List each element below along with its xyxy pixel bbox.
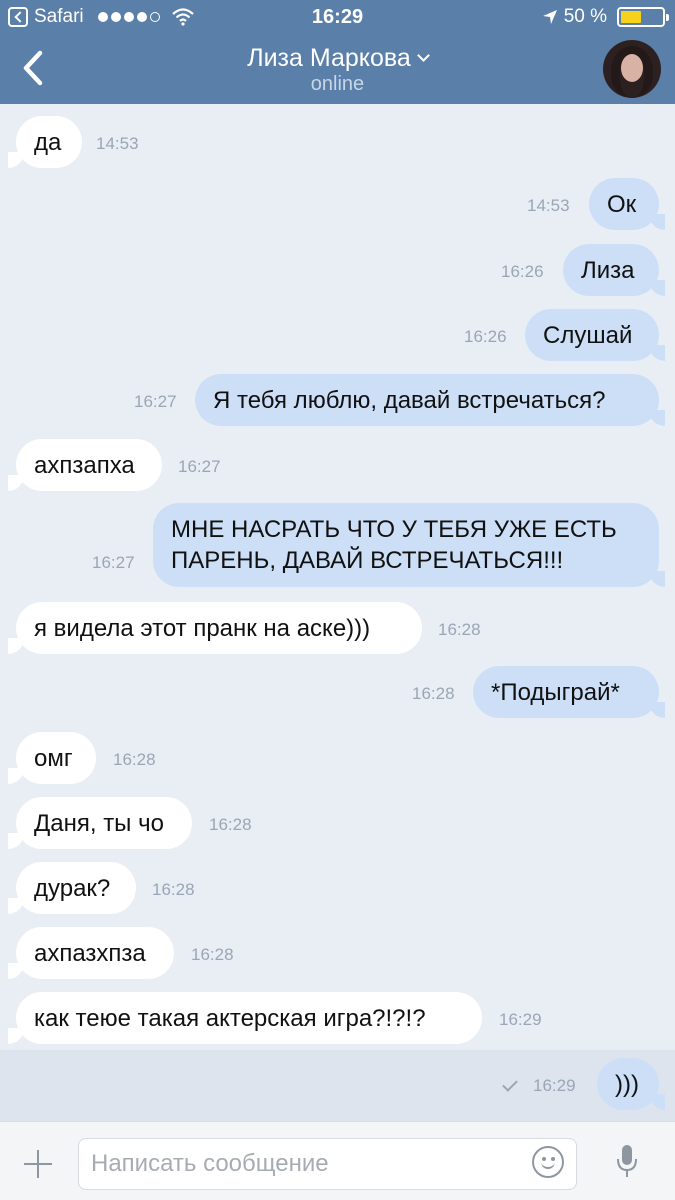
- message-time: 16:28: [412, 684, 455, 703]
- emoji-icon[interactable]: [532, 1146, 564, 1178]
- microphone-icon[interactable]: [614, 1143, 640, 1179]
- message-text: дурак?: [34, 874, 111, 902]
- message-time: 16:28: [438, 620, 481, 639]
- message-text: ахпазхпза: [34, 939, 146, 967]
- message-row: я видела этот пранк на аске))) 16:28: [0, 602, 675, 654]
- message-time: 16:29: [533, 1076, 576, 1095]
- message-time: 16:26: [501, 262, 544, 281]
- message-text: я видела этот пранк на аске))): [34, 614, 371, 642]
- battery-percent: 50 %: [563, 6, 607, 27]
- message-time: 14:53: [96, 134, 139, 153]
- message-row: ))) 16:29: [0, 1058, 675, 1110]
- message-row: Я тебя люблю, давай встречаться? 16:27: [0, 374, 675, 426]
- message-row: омг 16:28: [0, 732, 675, 784]
- message-text: ))): [615, 1070, 639, 1098]
- composer-bar: [0, 1121, 675, 1200]
- message-row: ахпзапха 16:27: [0, 439, 675, 491]
- message-time: 16:29: [499, 1010, 542, 1029]
- message-row: Даня, ты чо 16:28: [0, 797, 675, 849]
- message-text: Даня, ты чо: [34, 809, 164, 837]
- message-time: 16:27: [178, 457, 221, 476]
- message-input[interactable]: [91, 1147, 511, 1181]
- outgoing-message-bubble[interactable]: Ок: [589, 178, 659, 230]
- message-row: да 14:53: [0, 116, 675, 168]
- message-list[interactable]: да 14:53 Ок 14:53 Лиза 16:26 Слушай 16:26 Я тебя…: [0, 104, 675, 1122]
- message-field[interactable]: [78, 1138, 577, 1190]
- location-arrow-icon: [542, 10, 557, 24]
- message-time: 16:28: [191, 945, 234, 964]
- avatar[interactable]: [603, 40, 661, 98]
- message-time: 16:28: [113, 750, 156, 769]
- message-text: ахпзапха: [34, 451, 135, 479]
- outgoing-message-bubble[interactable]: Слушай: [525, 309, 659, 361]
- incoming-message-bubble[interactable]: как теюе такая актерская игра?!?!?: [16, 992, 482, 1044]
- incoming-message-bubble[interactable]: да: [16, 116, 82, 168]
- message-row: МНЕ НАСРАТЬ ЧТО У ТЕБЯ УЖЕ ЕСТЬ ПАРЕНЬ, …: [0, 503, 675, 587]
- outgoing-message-bubble[interactable]: *Подыграй*: [473, 666, 659, 718]
- message-row: ахпазхпза 16:28: [0, 927, 675, 979]
- outgoing-message-bubble[interactable]: Я тебя люблю, давай встречаться?: [195, 374, 659, 426]
- message-time: 14:53: [527, 196, 570, 215]
- message-time: 16:27: [134, 392, 177, 411]
- incoming-message-bubble[interactable]: омг: [16, 732, 96, 784]
- message-text: Лиза: [581, 256, 635, 284]
- message-text: омг: [34, 744, 73, 772]
- message-time: 16:26: [464, 327, 507, 346]
- incoming-message-bubble[interactable]: ахпзапха: [16, 439, 162, 491]
- status-bar: Safari 16:29 50 %: [0, 0, 675, 34]
- message-time: 16:28: [152, 880, 195, 899]
- outgoing-message-bubble[interactable]: МНЕ НАСРАТЬ ЧТО У ТЕБЯ УЖЕ ЕСТЬ ПАРЕНЬ, …: [153, 503, 659, 587]
- message-text: Слушай: [543, 321, 633, 349]
- message-row: *Подыграй* 16:28: [0, 666, 675, 718]
- message-time: 16:28: [209, 815, 252, 834]
- chat-header: Safari 16:29 50 % Лиза Маркова online: [0, 0, 675, 104]
- message-text: Я тебя люблю, давай встречаться?: [213, 386, 606, 414]
- message-time: 16:27: [92, 553, 135, 572]
- battery-icon: [617, 7, 669, 27]
- attach-plus-icon[interactable]: [22, 1148, 54, 1180]
- message-text: да: [34, 128, 62, 156]
- presence-status: online: [310, 73, 365, 95]
- incoming-message-bubble[interactable]: ахпазхпза: [16, 927, 174, 979]
- message-text: как теюе такая актерская игра?!?!?: [34, 1004, 426, 1032]
- incoming-message-bubble[interactable]: я видела этот пранк на аске))): [16, 602, 422, 654]
- message-row: Лиза 16:26: [0, 244, 675, 296]
- contact-name[interactable]: Лиза Маркова: [0, 44, 675, 73]
- message-row: Ок 14:53: [0, 178, 675, 230]
- outgoing-message-bubble[interactable]: Лиза: [563, 244, 659, 296]
- contact-name-label: Лиза Маркова: [247, 44, 411, 72]
- incoming-message-bubble[interactable]: Даня, ты чо: [16, 797, 192, 849]
- chevron-down-icon: [416, 49, 430, 62]
- message-text: МНЕ НАСРАТЬ ЧТО У ТЕБЯ УЖЕ ЕСТЬ ПАРЕНЬ, …: [171, 516, 617, 574]
- outgoing-message-bubble[interactable]: ))): [597, 1058, 659, 1110]
- message-row: дурак? 16:28: [0, 862, 675, 914]
- message-text: *Подыграй*: [491, 678, 620, 706]
- message-row: Слушай 16:26: [0, 309, 675, 361]
- message-row: как теюе такая актерская игра?!?!? 16:29: [0, 992, 675, 1044]
- message-text: Ок: [607, 190, 637, 218]
- sent-check-icon: [502, 1076, 518, 1092]
- incoming-message-bubble[interactable]: дурак?: [16, 862, 136, 914]
